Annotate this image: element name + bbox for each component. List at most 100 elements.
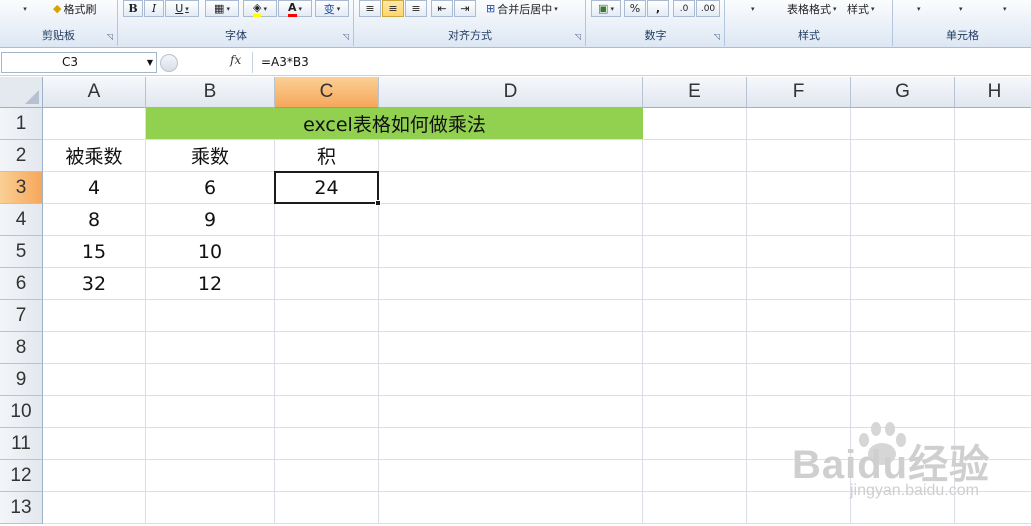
- select-all-button[interactable]: [0, 77, 43, 108]
- cell-a7[interactable]: [43, 300, 146, 332]
- cell-f11[interactable]: [747, 428, 851, 460]
- currency-button[interactable]: ▣ ▾: [591, 0, 621, 17]
- cell-e6[interactable]: [643, 268, 747, 300]
- cell-g6[interactable]: [851, 268, 955, 300]
- cell-b11[interactable]: [146, 428, 275, 460]
- cell-e13[interactable]: [643, 492, 747, 524]
- cell-g11[interactable]: [851, 428, 955, 460]
- cell-c2[interactable]: 积: [275, 140, 379, 172]
- row-header-2[interactable]: 2: [0, 140, 43, 172]
- cell-f6[interactable]: [747, 268, 851, 300]
- cell-b3[interactable]: 6: [146, 172, 275, 204]
- cell-h6[interactable]: [955, 268, 1031, 300]
- insert-cells-dropdown[interactable]: ▾: [914, 0, 924, 17]
- row-header-4[interactable]: 4: [0, 204, 43, 236]
- fill-handle[interactable]: [375, 200, 381, 206]
- cell-b13[interactable]: [146, 492, 275, 524]
- cell-e9[interactable]: [643, 364, 747, 396]
- comma-button[interactable]: ,: [647, 0, 669, 17]
- cell-b12[interactable]: [146, 460, 275, 492]
- cell-h8[interactable]: [955, 332, 1031, 364]
- column-header-h[interactable]: H: [955, 77, 1031, 108]
- cell-b9[interactable]: [146, 364, 275, 396]
- cell-h10[interactable]: [955, 396, 1031, 428]
- cell-g3[interactable]: [851, 172, 955, 204]
- font-launcher-icon[interactable]: ◹: [343, 32, 349, 41]
- cell-f5[interactable]: [747, 236, 851, 268]
- cell-c9[interactable]: [275, 364, 379, 396]
- column-header-a[interactable]: A: [43, 77, 146, 108]
- cell-d6[interactable]: [379, 268, 643, 300]
- column-header-c[interactable]: C: [275, 77, 379, 108]
- cell-h1[interactable]: [955, 108, 1031, 140]
- row-header-6[interactable]: 6: [0, 268, 43, 300]
- cell-c6[interactable]: [275, 268, 379, 300]
- decrease-indent-button[interactable]: ⇤: [431, 0, 453, 17]
- phonetic-button[interactable]: 变 ▾: [315, 0, 349, 17]
- row-header-8[interactable]: 8: [0, 332, 43, 364]
- row-header-5[interactable]: 5: [0, 236, 43, 268]
- border-button[interactable]: ▦ ▾: [205, 0, 239, 17]
- cell-d13[interactable]: [379, 492, 643, 524]
- cell-f10[interactable]: [747, 396, 851, 428]
- cell-d11[interactable]: [379, 428, 643, 460]
- cell-h9[interactable]: [955, 364, 1031, 396]
- row-header-9[interactable]: 9: [0, 364, 43, 396]
- insert-function-icon[interactable]: fx: [230, 53, 241, 67]
- cell-a5[interactable]: 15: [43, 236, 146, 268]
- column-header-f[interactable]: F: [747, 77, 851, 108]
- cell-g12[interactable]: [851, 460, 955, 492]
- percent-button[interactable]: %: [624, 0, 646, 17]
- cell-b4[interactable]: 9: [146, 204, 275, 236]
- cell-c5[interactable]: [275, 236, 379, 268]
- cell-d5[interactable]: [379, 236, 643, 268]
- row-header-3[interactable]: 3: [0, 172, 43, 204]
- cell-c11[interactable]: [275, 428, 379, 460]
- merge-center-button[interactable]: ⊞ 合并后居中 ▾: [483, 0, 561, 17]
- cell-a13[interactable]: [43, 492, 146, 524]
- cell-g10[interactable]: [851, 396, 955, 428]
- cell-d12[interactable]: [379, 460, 643, 492]
- cell-e1[interactable]: [643, 108, 747, 140]
- cell-a4[interactable]: 8: [43, 204, 146, 236]
- cell-g1[interactable]: [851, 108, 955, 140]
- increase-indent-button[interactable]: ⇥: [454, 0, 476, 17]
- cell-e12[interactable]: [643, 460, 747, 492]
- font-color-button[interactable]: A ▾: [278, 0, 312, 17]
- underline-button[interactable]: U ▾: [165, 0, 199, 17]
- cell-g2[interactable]: [851, 140, 955, 172]
- cell-d2[interactable]: [379, 140, 643, 172]
- clipboard-launcher-icon[interactable]: ◹: [107, 32, 113, 41]
- cell-h5[interactable]: [955, 236, 1031, 268]
- cell-g8[interactable]: [851, 332, 955, 364]
- format-painter-button[interactable]: ◆ 格式刷: [50, 0, 99, 17]
- align-right-button[interactable]: ≡: [405, 0, 427, 17]
- cell-e2[interactable]: [643, 140, 747, 172]
- cell-c10[interactable]: [275, 396, 379, 428]
- conditional-format-dropdown[interactable]: ▾: [748, 0, 758, 17]
- row-header-1[interactable]: 1: [0, 108, 43, 140]
- cell-a12[interactable]: [43, 460, 146, 492]
- cell-e10[interactable]: [643, 396, 747, 428]
- cell-c8[interactable]: [275, 332, 379, 364]
- cell-d9[interactable]: [379, 364, 643, 396]
- formula-bar-splitter[interactable]: [160, 54, 178, 72]
- cell-g9[interactable]: [851, 364, 955, 396]
- cell-g13[interactable]: [851, 492, 955, 524]
- cell-b10[interactable]: [146, 396, 275, 428]
- cell-f2[interactable]: [747, 140, 851, 172]
- cell-h11[interactable]: [955, 428, 1031, 460]
- cell-b8[interactable]: [146, 332, 275, 364]
- cell-d8[interactable]: [379, 332, 643, 364]
- number-launcher-icon[interactable]: ◹: [714, 32, 720, 41]
- format-cells-dropdown[interactable]: ▾: [1000, 0, 1010, 17]
- cell-f1[interactable]: [747, 108, 851, 140]
- cell-g7[interactable]: [851, 300, 955, 332]
- cell-a10[interactable]: [43, 396, 146, 428]
- cell-f13[interactable]: [747, 492, 851, 524]
- row-header-10[interactable]: 10: [0, 396, 43, 428]
- cell-h13[interactable]: [955, 492, 1031, 524]
- cell-g5[interactable]: [851, 236, 955, 268]
- cell-c4[interactable]: [275, 204, 379, 236]
- increase-decimal-button[interactable]: .0: [673, 0, 695, 17]
